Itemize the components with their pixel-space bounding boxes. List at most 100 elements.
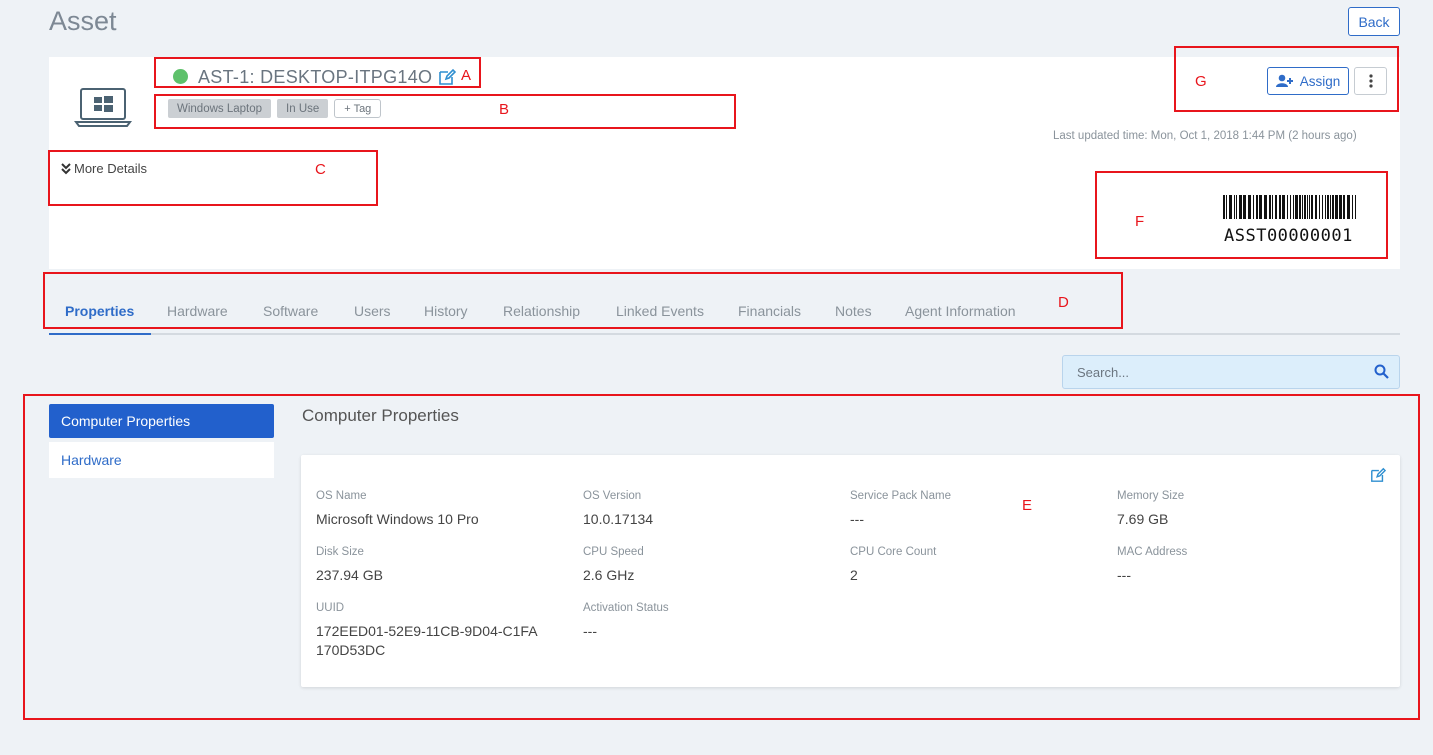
tab-notes[interactable]: Notes: [835, 303, 872, 319]
search-input[interactable]: [1077, 356, 1367, 388]
barcode-bar: [1299, 195, 1301, 219]
property-label: OS Version: [583, 490, 642, 502]
side-nav-computer-properties[interactable]: Computer Properties: [49, 404, 274, 438]
property-mac-address: MAC Address ---: [1117, 546, 1357, 585]
add-tag-button[interactable]: + Tag: [334, 99, 382, 118]
barcode-bar: [1275, 195, 1277, 219]
barcode-bar: [1343, 195, 1345, 219]
search-icon[interactable]: [1374, 364, 1389, 379]
property-memory-size: Memory Size 7.69 GB: [1117, 490, 1357, 529]
barcode-bar: [1282, 195, 1285, 219]
property-value: 2.6 GHz: [583, 567, 635, 583]
search-box: [1062, 355, 1400, 389]
barcode-bar: [1239, 195, 1242, 219]
property-label: UUID: [316, 602, 345, 614]
barcode-bar: [1236, 195, 1237, 219]
property-label: Memory Size: [1117, 490, 1185, 502]
tab-history[interactable]: History: [424, 303, 468, 319]
barcode-bar: [1339, 195, 1342, 219]
barcode-text: ASST00000001: [1224, 226, 1353, 246]
add-user-icon: [1275, 74, 1293, 87]
status-indicator: [173, 69, 188, 84]
barcode-bar: [1269, 195, 1271, 219]
back-button[interactable]: Back: [1348, 7, 1400, 36]
tag-status: In Use: [277, 99, 329, 118]
property-value: 2: [850, 567, 858, 583]
property-cpu-core-count: CPU Core Count 2: [850, 546, 1090, 585]
property-activation-status: Activation Status ---: [583, 602, 823, 641]
side-nav-hardware[interactable]: Hardware: [49, 442, 274, 478]
property-label: OS Name: [316, 490, 367, 502]
edit-properties-icon[interactable]: [1370, 467, 1386, 483]
asset-tabs: Properties Hardware Software Users Histo…: [49, 290, 1400, 335]
barcode-bar: [1309, 195, 1310, 219]
more-details-toggle[interactable]: More Details: [61, 161, 147, 176]
property-value: ---: [583, 623, 597, 639]
asset-name: AST-1: DESKTOP-ITPG14O: [198, 67, 433, 87]
annotation-label-f: F: [1135, 213, 1145, 230]
tag-list: Windows Laptop In Use + Tag: [168, 99, 382, 118]
annotation-label-d: D: [1058, 294, 1069, 311]
property-value: 7.69 GB: [1117, 511, 1169, 527]
annotation-label-c: C: [315, 161, 326, 178]
barcode-bar: [1290, 195, 1291, 219]
barcode-bar: [1335, 195, 1338, 219]
annotation-label-e: E: [1022, 497, 1033, 514]
barcode-bar: [1272, 195, 1273, 219]
tab-software[interactable]: Software: [263, 303, 318, 319]
property-value: ---: [1117, 567, 1131, 583]
barcode-bar: [1253, 195, 1254, 219]
barcode-bar: [1256, 195, 1258, 219]
barcode-bar: [1295, 195, 1298, 219]
property-cpu-speed: CPU Speed 2.6 GHz: [583, 546, 823, 585]
property-os-name: OS Name Microsoft Windows 10 Pro: [316, 490, 556, 529]
barcode-bar: [1287, 195, 1288, 219]
property-os-version: OS Version 10.0.17134: [583, 490, 823, 529]
barcode-bar: [1319, 195, 1320, 219]
property-uuid: UUID 172EED01-52E9-11CB-9D04-C1FA170D53D…: [316, 602, 541, 660]
more-actions-button[interactable]: [1354, 67, 1387, 95]
barcode-bar: [1322, 195, 1323, 219]
property-value: 10.0.17134: [583, 511, 654, 527]
edit-name-icon[interactable]: [438, 68, 456, 86]
property-label: Activation Status: [583, 602, 669, 614]
barcode-bar: [1330, 195, 1331, 219]
assign-label: Assign: [1299, 73, 1341, 89]
property-value: 237.94 GB: [316, 567, 383, 583]
property-service-pack: Service Pack Name ---: [850, 490, 1090, 529]
computer-properties-card: OS Name Microsoft Windows 10 Pro OS Vers…: [301, 455, 1400, 687]
barcode-bar: [1226, 195, 1227, 219]
windows-laptop-icon: [74, 88, 132, 127]
barcode-bar: [1279, 195, 1281, 219]
tag-device-type: Windows Laptop: [168, 99, 272, 118]
barcode-bar: [1223, 195, 1225, 219]
barcode-bar: [1234, 195, 1235, 219]
tab-financials[interactable]: Financials: [738, 303, 801, 319]
barcode-bar: [1243, 195, 1246, 219]
tab-properties[interactable]: Properties: [65, 303, 134, 319]
last-updated-time: Last updated time: Mon, Oct 1, 2018 1:44…: [1053, 130, 1357, 142]
double-chevron-down-icon: [61, 162, 71, 174]
barcode-bar: [1311, 195, 1313, 219]
barcode-bar: [1259, 195, 1262, 219]
property-value: ---: [850, 511, 864, 527]
tab-hardware[interactable]: Hardware: [167, 303, 228, 319]
tab-users[interactable]: Users: [354, 303, 391, 319]
property-label: Service Pack Name: [850, 490, 951, 502]
tab-linked-events[interactable]: Linked Events: [616, 303, 704, 319]
barcode-bar: [1352, 195, 1353, 219]
barcode-bar: [1304, 195, 1306, 219]
barcode-bar: [1325, 195, 1326, 219]
section-title: Computer Properties: [302, 406, 459, 425]
barcode-bar: [1332, 195, 1334, 219]
property-disk-size: Disk Size 237.94 GB: [316, 546, 556, 585]
annotation-label-b: B: [499, 101, 510, 118]
property-value: Microsoft Windows 10 Pro: [316, 511, 479, 527]
property-label: Disk Size: [316, 546, 364, 558]
barcode-bar: [1302, 195, 1303, 219]
annotation-label-a: A: [461, 67, 472, 84]
tab-agent-information[interactable]: Agent Information: [905, 303, 1016, 319]
assign-button[interactable]: Assign: [1267, 67, 1349, 95]
tab-relationship[interactable]: Relationship: [503, 303, 580, 319]
active-tab-indicator: [49, 333, 151, 335]
